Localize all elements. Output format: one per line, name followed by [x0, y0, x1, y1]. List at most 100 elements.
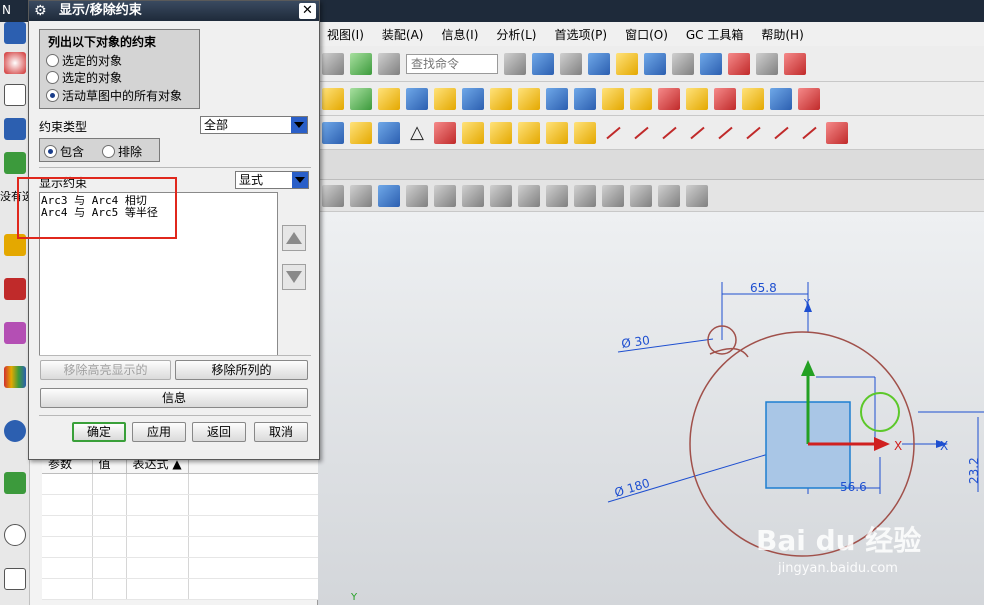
snap-intersect-icon[interactable] — [518, 184, 540, 207]
roles-icon[interactable] — [4, 568, 26, 590]
remove-highlighted-button[interactable]: 移除高亮显示的 — [40, 360, 171, 380]
sketch-angle-icon[interactable] — [630, 122, 652, 144]
ok-button[interactable]: 确定 — [72, 422, 126, 442]
dimension-text-bottom[interactable]: 56.6 — [840, 480, 867, 494]
radio-button[interactable] — [46, 71, 59, 84]
dimension-text-big-circle[interactable]: Ø 180 — [613, 476, 652, 500]
check-icon[interactable] — [4, 152, 26, 174]
split-body-icon[interactable] — [770, 87, 792, 110]
scroll-down-button[interactable] — [282, 264, 306, 290]
reuse-library-icon[interactable] — [4, 366, 26, 388]
dimension-text-right[interactable]: 23.2 — [967, 457, 981, 484]
table-icon[interactable] — [756, 52, 778, 75]
sketch-spline-icon[interactable] — [770, 122, 792, 144]
shell-icon[interactable] — [574, 87, 596, 110]
menu-view[interactable]: 视图(I) — [318, 26, 373, 43]
datum-point-icon[interactable] — [350, 87, 372, 110]
sketch-point-icon[interactable] — [462, 121, 484, 144]
unite-icon[interactable] — [658, 87, 680, 110]
gear-part-icon[interactable] — [350, 121, 372, 144]
scroll-up-button[interactable] — [282, 225, 306, 251]
subtract-icon[interactable] — [686, 87, 708, 110]
sketch-fillet-icon[interactable] — [798, 122, 820, 144]
wcs-icon[interactable] — [700, 52, 722, 75]
constraint-type-select[interactable]: 全部 — [200, 116, 308, 134]
cube-stack-2-icon[interactable] — [546, 121, 568, 144]
revolve-icon[interactable] — [434, 87, 456, 110]
snap-curve-icon[interactable] — [462, 184, 484, 207]
open-icon[interactable] — [4, 118, 26, 140]
snap-center-icon[interactable] — [546, 184, 568, 207]
spring-icon[interactable] — [322, 121, 344, 144]
render-style-icon[interactable] — [560, 52, 582, 75]
trim-body-icon[interactable] — [742, 87, 764, 110]
radio-include[interactable]: 包含 — [44, 143, 84, 160]
triangle-icon[interactable]: △ — [406, 122, 428, 144]
fit-view-icon[interactable] — [532, 52, 554, 75]
menu-gc-toolbox[interactable]: GC 工具箱 — [677, 26, 753, 43]
radio-button-selected[interactable] — [44, 145, 57, 158]
blend-icon[interactable] — [602, 87, 624, 110]
select-filter-icon[interactable] — [350, 52, 372, 75]
shaded-cube-icon[interactable] — [588, 52, 610, 75]
select-solid-icon[interactable] — [378, 184, 400, 207]
sketch-circle-icon[interactable] — [742, 122, 764, 144]
information-icon[interactable] — [378, 52, 400, 75]
chamfer-icon[interactable] — [630, 87, 652, 110]
web-browser-icon[interactable] — [4, 472, 26, 494]
snap-grid-icon[interactable] — [686, 184, 708, 207]
cube-stack-icon[interactable] — [518, 121, 540, 144]
sketch-rectangle-icon[interactable] — [826, 121, 848, 144]
undo-icon[interactable] — [322, 52, 344, 75]
radio-all-in-active-sketch[interactable]: 活动草图中的所有对象 — [46, 87, 182, 104]
menu-assembly[interactable]: 装配(A) — [373, 26, 433, 43]
gear-icon[interactable]: ⚙ — [34, 3, 47, 19]
sketch-canvas[interactable]: 65.8 Ø 30 Ø 180 56.6 23.2 X X Y Y Bai du… — [318, 212, 984, 605]
radio-selected-object[interactable]: 选定的对象 — [46, 52, 122, 69]
hole-icon[interactable] — [462, 87, 484, 110]
snap-face-icon[interactable] — [658, 184, 680, 207]
radio-selected-objects[interactable]: 选定的对象 — [46, 69, 122, 86]
intersect-icon[interactable] — [714, 87, 736, 110]
info-icon[interactable] — [4, 420, 26, 442]
cancel-button[interactable]: 取消 — [254, 422, 308, 442]
menu-help[interactable]: 帮助(H) — [752, 26, 812, 43]
layer-icon[interactable] — [616, 52, 638, 75]
chevron-down-icon[interactable] — [291, 117, 307, 133]
tools-icon[interactable] — [378, 121, 400, 144]
menu-window[interactable]: 窗口(O) — [616, 26, 677, 43]
extrude-icon[interactable] — [322, 87, 344, 110]
snap-point-icon[interactable] — [602, 184, 624, 207]
sketch-cross-icon[interactable] — [686, 122, 708, 144]
snap-icon[interactable] — [728, 52, 750, 75]
back-button[interactable]: 返回 — [192, 422, 246, 442]
radio-button[interactable] — [102, 145, 115, 158]
radio-button-selected[interactable] — [46, 89, 59, 102]
remove-listed-button[interactable]: 移除所列的 — [175, 360, 308, 380]
dimension-text-top[interactable]: 65.8 — [750, 281, 777, 295]
info-button[interactable]: 信息 — [40, 388, 308, 408]
menu-analysis[interactable]: 分析(L) — [487, 26, 545, 43]
sweep-icon[interactable] — [406, 87, 428, 110]
rectangle-select-icon[interactable] — [350, 184, 372, 207]
background-color-icon[interactable] — [672, 52, 694, 75]
new-file-icon[interactable] — [4, 84, 26, 106]
apply-button[interactable]: 应用 — [132, 422, 186, 442]
sketch-parallel-icon[interactable] — [658, 122, 680, 144]
show-mode-select[interactable]: 显式 — [235, 171, 309, 189]
constraint-navigator-icon[interactable] — [4, 322, 26, 344]
menu-information[interactable]: 信息(I) — [432, 26, 487, 43]
close-button[interactable]: ✕ — [299, 3, 316, 19]
block-icon[interactable] — [378, 87, 400, 110]
constraints-chain-icon[interactable] — [574, 121, 596, 144]
boss-icon[interactable] — [490, 87, 512, 110]
view-orient-icon[interactable] — [644, 52, 666, 75]
pattern-icon[interactable] — [798, 87, 820, 110]
pocket-icon[interactable] — [546, 87, 568, 110]
grid-icon[interactable] — [434, 121, 456, 144]
app-icon[interactable] — [4, 22, 26, 44]
assembly-navigator-icon[interactable] — [4, 278, 26, 300]
sketch-line-icon[interactable] — [602, 122, 624, 144]
pad-icon[interactable] — [518, 87, 540, 110]
snap-on-curve-icon[interactable] — [630, 184, 652, 207]
